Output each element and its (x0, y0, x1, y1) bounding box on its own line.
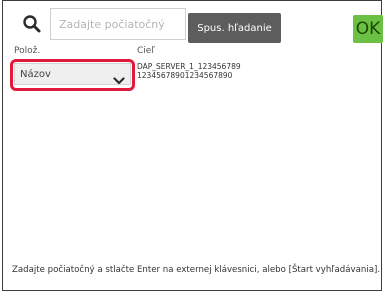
search-icon[interactable] (22, 14, 42, 34)
search-input[interactable] (50, 8, 186, 40)
start-search-button[interactable]: Spus. hľadanie (188, 13, 281, 43)
item-select-value: Názov (20, 68, 51, 80)
item-column-label: Polož. (14, 46, 41, 56)
target-line-2: 12345678901234567890 (137, 71, 233, 80)
search-panel: Spus. hľadanie OK Polož. Cieľ Názov DAP_… (2, 0, 383, 291)
hint-text: Zadajte počiatočný a stlačte Enter na ex… (12, 265, 381, 275)
target-column-label: Cieľ (137, 46, 155, 56)
item-select[interactable]: Názov (14, 63, 131, 85)
ok-button[interactable]: OK (353, 15, 383, 43)
chevron-down-icon (113, 70, 125, 85)
target-line-1: DAP_SERVER_1_123456789 (137, 62, 241, 71)
target-value: DAP_SERVER_1_123456789 12345678901234567… (137, 62, 241, 80)
